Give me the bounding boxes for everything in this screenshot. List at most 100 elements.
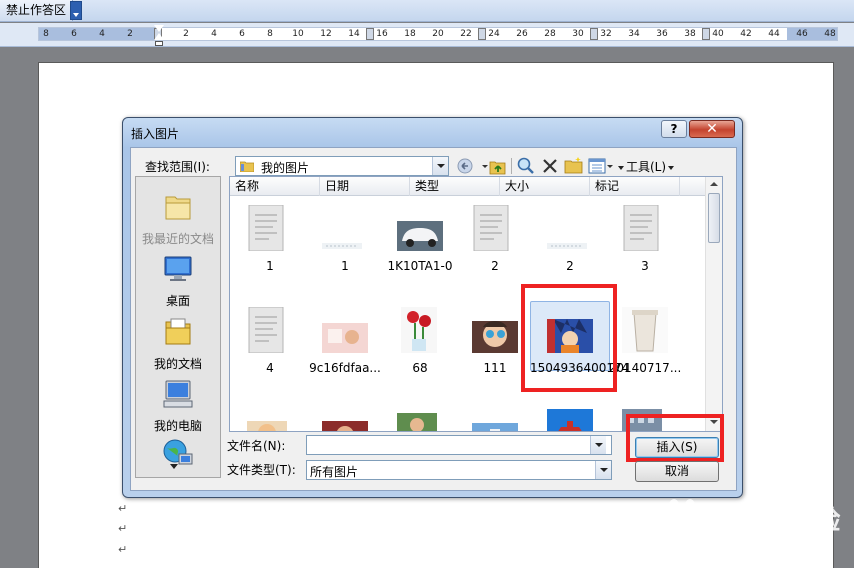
my-computer-icon	[163, 380, 193, 408]
column-size[interactable]: 大小	[500, 177, 590, 196]
file-name-label: 1	[341, 259, 349, 273]
horizontal-ruler[interactable]: 8 6 4 2 2 4 6 8 10 12 14 16 18 20 22 24 26 28 30 32 34 36 38 40…	[0, 23, 854, 47]
column-type[interactable]: 类型	[410, 177, 500, 196]
ruler-tick-label: 2	[183, 29, 189, 39]
new-folder-icon[interactable]	[564, 156, 584, 176]
thumbnail-image	[248, 205, 284, 251]
file-type-value: 所有图片	[310, 465, 359, 479]
tab-stop-marker[interactable]	[478, 28, 486, 40]
ruler-tick-label: 42	[740, 29, 752, 39]
file-name-dropdown-icon[interactable]	[590, 436, 606, 454]
thumbnail-image	[247, 421, 287, 431]
ruler-tick-label: 40	[712, 29, 724, 39]
folder-icon	[240, 161, 254, 172]
file-type-dropdown-icon[interactable]	[595, 461, 611, 479]
ruler-tick-label: 22	[460, 29, 472, 39]
tab-stop-marker[interactable]	[702, 28, 710, 40]
thumbnail-image	[248, 307, 284, 353]
file-name-label: 1	[266, 259, 274, 273]
thumbnail-image	[622, 307, 668, 353]
top-toolbar: 禁止作答区	[0, 0, 854, 22]
ruler-tick-label: 30	[572, 29, 584, 39]
insert-button[interactable]: 插入(S)	[635, 437, 719, 458]
ruler-tick-label: 44	[768, 29, 780, 39]
thumbnail-image	[472, 321, 518, 353]
toolbar-separator	[511, 158, 512, 174]
column-tags[interactable]: 标记	[590, 177, 680, 196]
cancel-button[interactable]: 取消	[635, 461, 719, 482]
tools-arrow-icon	[668, 165, 675, 170]
place-my-computer[interactable]: 我的电脑	[136, 378, 220, 434]
look-in-select[interactable]: 我的图片	[235, 156, 449, 176]
network-globe-icon	[163, 439, 193, 465]
back-icon[interactable]	[456, 156, 476, 176]
ruler-tick-label: 14	[348, 29, 360, 39]
ruler-tick-label: 6	[71, 29, 77, 39]
restrict-editing-button[interactable]: 禁止作答区	[0, 0, 74, 21]
close-button[interactable]: ✕	[689, 120, 735, 138]
tools-label: 工具(L)	[626, 160, 667, 174]
file-name-label: 2	[566, 259, 574, 273]
file-name-label: 20140717...	[608, 361, 682, 375]
ruler-tick-label: 46	[796, 29, 808, 39]
thumbnail-image	[322, 243, 362, 249]
insert-picture-dialog: 插入图片 ? ✕ 查找范围(I): 我的图片 工具(L) 我最近的文档 桌面 我…	[122, 117, 743, 498]
thumbnail-image	[547, 409, 593, 431]
thumbnail-image	[397, 221, 443, 251]
desktop-icon	[164, 256, 192, 281]
search-web-icon[interactable]	[516, 156, 536, 176]
look-in-label: 查找范围(I):	[145, 160, 210, 174]
place-my-documents[interactable]: 我的文档	[136, 316, 220, 372]
file-name-label: 文件名(N):	[227, 439, 286, 453]
ruler-tick-label: 36	[656, 29, 668, 39]
tab-stop-marker[interactable]	[366, 28, 374, 40]
paragraph-mark: ↵	[118, 502, 128, 515]
indent-marker-icon[interactable]	[154, 25, 164, 47]
column-name[interactable]: 名称	[230, 177, 320, 196]
recent-documents-icon	[165, 196, 191, 220]
file-list-scrollbar[interactable]	[705, 177, 722, 431]
look-in-dropdown-icon[interactable]	[432, 157, 448, 175]
place-network[interactable]	[136, 438, 220, 473]
place-recent-documents[interactable]: 我最近的文档	[136, 191, 220, 247]
place-label: 我最近的文档	[141, 232, 214, 246]
ruler-tick-label: 8	[43, 29, 49, 39]
ruler-tick-label: 24	[488, 29, 500, 39]
file-name-input[interactable]	[306, 435, 612, 455]
help-button[interactable]: ?	[661, 120, 687, 138]
file-list[interactable]: 名称 日期 类型 大小 标记 1 1 1K10TA1-0 2 2 3 4 9c16fdfaa.…	[229, 176, 723, 432]
file-name-label: 3	[641, 259, 649, 273]
ruler-tick-label: 4	[99, 29, 105, 39]
scroll-up-icon[interactable]	[710, 182, 718, 186]
tab-stop-marker[interactable]	[590, 28, 598, 40]
highlight-selected-file	[521, 284, 617, 392]
thumbnail-image	[472, 423, 518, 431]
place-label: 我的电脑	[153, 419, 202, 433]
column-date[interactable]: 日期	[320, 177, 410, 196]
thumbnail-image	[322, 421, 368, 431]
thumbnail-image	[397, 413, 437, 431]
paragraph-mark: ↵	[118, 543, 128, 556]
thumbnail-image	[473, 205, 509, 251]
file-type-label: 文件类型(T):	[227, 463, 296, 477]
views-icon[interactable]	[588, 156, 614, 176]
places-more-icon[interactable]	[170, 464, 178, 469]
look-in-value: 我的图片	[261, 161, 310, 175]
up-folder-icon[interactable]	[481, 156, 507, 176]
place-desktop[interactable]: 桌面	[136, 253, 220, 309]
tools-dropdown-icon	[618, 165, 624, 170]
file-name-label: 4	[266, 361, 274, 375]
tools-menu[interactable]: 工具(L)	[618, 158, 675, 175]
delete-icon[interactable]	[541, 156, 559, 176]
ruler-tick-label: 38	[684, 29, 696, 39]
file-name-label: 2	[491, 259, 499, 273]
paragraph-mark: ↵	[118, 522, 128, 535]
ruler-tick-label: 18	[404, 29, 416, 39]
restrict-dropdown-arrow-icon[interactable]	[70, 1, 82, 20]
file-name-label: 68	[412, 361, 428, 375]
file-type-select[interactable]: 所有图片	[306, 460, 612, 480]
scroll-thumb[interactable]	[708, 193, 720, 243]
ruler-tick-label: 16	[376, 29, 388, 39]
watermark-url: jingyan.baidu.com	[655, 540, 766, 554]
ruler-tick-label: 12	[320, 29, 332, 39]
